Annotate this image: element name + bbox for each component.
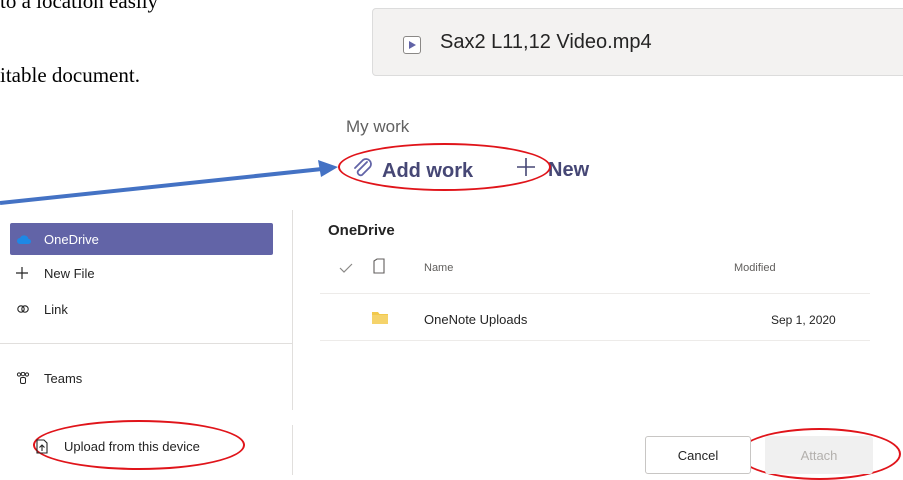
file-type-icon xyxy=(373,258,385,277)
file-name: Sax2 L11,12 Video.mp4 xyxy=(440,31,652,53)
sidebar-item-label: Link xyxy=(44,301,68,317)
upload-file-icon xyxy=(36,438,64,454)
column-header-name[interactable]: Name xyxy=(424,262,453,274)
sidebar-item-label: New File xyxy=(44,265,95,281)
upload-from-device-button[interactable]: Upload from this device xyxy=(30,430,250,462)
sidebar-item-label: OneDrive xyxy=(44,231,99,247)
sidebar-item-new-file[interactable]: New File xyxy=(10,257,273,289)
upload-label: Upload from this device xyxy=(64,438,200,454)
file-row-modified: Sep 1, 2020 xyxy=(771,313,836,327)
onedrive-cloud-icon xyxy=(16,234,44,245)
annotation-circle-add-work xyxy=(338,143,551,191)
sidebar-divider xyxy=(0,343,292,344)
footer-divider xyxy=(292,425,293,475)
document-text-line: to a location easily xyxy=(0,0,159,13)
sidebar-item-link[interactable]: Link xyxy=(10,293,273,325)
sidebar-item-teams[interactable]: Teams xyxy=(10,362,273,394)
folder-icon xyxy=(372,311,388,329)
plus-icon xyxy=(16,267,44,279)
header-divider xyxy=(320,293,870,294)
annotation-arrow xyxy=(0,160,338,205)
sidebar-item-onedrive[interactable]: OneDrive xyxy=(10,223,273,255)
document-text-line: itable document. xyxy=(0,63,140,87)
row-divider xyxy=(320,340,870,341)
teams-icon xyxy=(16,371,44,385)
my-work-heading: My work xyxy=(346,117,410,136)
sidebar-item-label: Teams xyxy=(44,370,83,386)
link-icon xyxy=(16,303,44,315)
column-header-modified[interactable]: Modified xyxy=(734,262,776,274)
panel-divider xyxy=(292,210,293,410)
select-all-check-icon[interactable] xyxy=(339,263,353,276)
attached-file-card[interactable]: Sax2 L11,12 Video.mp4 xyxy=(372,8,903,76)
file-row-name: OneNote Uploads xyxy=(424,312,528,327)
video-file-icon xyxy=(403,36,421,54)
attach-button[interactable]: Attach xyxy=(765,436,873,474)
cancel-button[interactable]: Cancel xyxy=(645,436,751,474)
new-label: New xyxy=(548,158,590,181)
location-title: OneDrive xyxy=(328,222,395,239)
